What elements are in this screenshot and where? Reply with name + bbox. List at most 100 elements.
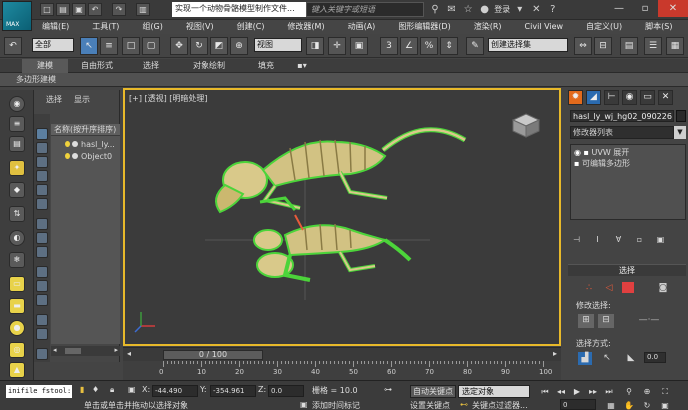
go-to-end-icon[interactable]: ⏭	[602, 385, 616, 398]
key-icon[interactable]: ⊶	[384, 385, 392, 394]
login-link[interactable]: 登录	[494, 5, 510, 14]
grow-selection-icon[interactable]: ⊞	[578, 314, 594, 328]
maxscript-listener-field[interactable]: inifile fstool:	[6, 385, 72, 398]
ribbon-subtitle[interactable]: 多边形建模	[16, 74, 56, 85]
edge-icon[interactable]: ◁	[602, 282, 616, 294]
sort-icon[interactable]: ⇅	[9, 206, 25, 222]
freeze-icon[interactable]: ❄	[9, 252, 25, 268]
spinner-snap-icon[interactable]: ⇕	[440, 37, 458, 55]
menu-item[interactable]: 动画(A)	[348, 20, 376, 34]
motion-tab-icon[interactable]: ◉	[622, 90, 637, 105]
previous-frame-icon[interactable]: ◂◂	[554, 385, 568, 398]
time-config-icon[interactable]: ▦	[604, 399, 618, 410]
minimize-button[interactable]: —	[606, 0, 632, 17]
zoom-extents-icon[interactable]: ⛶	[658, 385, 672, 398]
filter-lock-icon[interactable]	[36, 314, 48, 326]
curve-editor-icon[interactable]: ☰	[644, 37, 662, 55]
explorer-tab-display[interactable]: 显示	[74, 94, 90, 105]
menu-item[interactable]: 自定义(U)	[586, 20, 622, 34]
filter-groups-icon[interactable]	[36, 218, 48, 230]
y-coordinate-field[interactable]: -354.961	[210, 385, 256, 397]
orbit-icon[interactable]: ↻	[640, 399, 654, 410]
undo-icon[interactable]: ↶	[88, 3, 102, 16]
align-icon[interactable]: ⊟	[594, 37, 612, 55]
filter-sync-icon[interactable]	[36, 328, 48, 340]
scene-explorer-icon[interactable]: ◉	[9, 96, 25, 112]
pan-icon[interactable]: ✋	[622, 399, 636, 410]
sphere-icon[interactable]: ●	[9, 320, 25, 336]
redo-icon[interactable]: ↷	[112, 3, 126, 16]
configure-sets-icon[interactable]: ▣	[654, 234, 667, 246]
stack-item[interactable]: ▪ 可编辑多边形	[571, 158, 685, 169]
list-item[interactable]: Object0	[51, 151, 120, 162]
ring-loop-icon[interactable]: —·—	[634, 314, 664, 326]
pin-stack-icon[interactable]: ⊣	[570, 234, 583, 246]
perspective-viewport[interactable]: [+] [透视] [明暗处理]	[123, 88, 561, 346]
timeline-next-icon[interactable]: ▸	[553, 349, 557, 358]
add-time-tag-button[interactable]: 添加时间标记	[312, 400, 360, 410]
menu-item[interactable]: 组(G)	[142, 20, 162, 34]
modify-tab-icon[interactable]: ◢	[586, 90, 601, 105]
time-slider[interactable]: 0 / 100	[163, 350, 263, 360]
filter-lights-icon[interactable]	[36, 156, 48, 168]
explorer-scrollbar[interactable]: ◂ ▸	[51, 346, 120, 356]
lock-selection-icon[interactable]: 🔒︎	[110, 385, 114, 395]
current-frame-field[interactable]: 0	[560, 399, 596, 410]
menu-item[interactable]: 脚本(S)	[645, 20, 672, 34]
menu-item[interactable]: 渲染(R)	[474, 20, 502, 34]
binoculars-icon[interactable]: ⚲	[428, 3, 442, 17]
light-icon[interactable]: ✦	[9, 160, 25, 176]
key-mode-select[interactable]: 选定对象	[458, 385, 530, 398]
menu-item[interactable]: Civil View	[525, 20, 564, 34]
shrink-selection-icon[interactable]: ⊟	[598, 314, 614, 328]
light-bulb-icon[interactable]	[65, 153, 70, 159]
show-end-result-icon[interactable]: I	[591, 234, 604, 246]
filter-invert-icon[interactable]	[36, 294, 48, 306]
torus-icon[interactable]: ◎	[9, 342, 25, 358]
filter-none-icon[interactable]	[36, 280, 48, 292]
maximize-viewport-icon[interactable]: ▣	[658, 399, 672, 410]
zoom-icon[interactable]: ⚲	[622, 385, 636, 398]
open-file-icon[interactable]: ▤	[56, 3, 70, 16]
zoom-all-icon[interactable]: ⊕	[640, 385, 654, 398]
select-by-name-icon[interactable]: ≡	[100, 37, 118, 55]
angle-snap-icon[interactable]: ∠	[400, 37, 418, 55]
rotate-icon[interactable]: ↻	[190, 37, 208, 55]
tab-object-paint[interactable]: 对象绘制	[182, 59, 236, 73]
place-icon[interactable]: ⊕	[230, 37, 248, 55]
percent-snap-icon[interactable]: %	[420, 37, 438, 55]
filter-options-icon[interactable]	[36, 348, 48, 360]
angle-spinner[interactable]: 0.0	[644, 352, 666, 363]
snaps-toggle-icon[interactable]: 3	[380, 37, 398, 55]
box-icon[interactable]: ▭	[9, 276, 25, 292]
select-by-vertex-icon[interactable]: ▟	[578, 352, 592, 365]
tab-populate[interactable]: 填充	[246, 59, 286, 73]
ribbon-options-icon[interactable]: ▪▾	[292, 59, 312, 73]
by-angle-icon[interactable]: ◣	[624, 352, 638, 364]
tab-selection[interactable]: 选择	[128, 59, 174, 73]
filter-cameras-icon[interactable]	[36, 170, 48, 182]
remove-modifier-icon[interactable]: ▫	[633, 234, 646, 246]
exchange-icon[interactable]: ✕	[529, 3, 543, 17]
x-coordinate-field[interactable]: -44.490	[152, 385, 198, 397]
timeline-ruler[interactable]: 0 10 20 30 40 50 60 70 80 90 100	[123, 361, 561, 380]
next-frame-icon[interactable]: ▸▸	[586, 385, 600, 398]
community-icon[interactable]: ✉	[445, 3, 459, 17]
selection-filter-select[interactable]: 全部	[32, 38, 74, 52]
menu-item[interactable]: 修改器(M)	[287, 20, 324, 34]
key-filters-icon[interactable]: ⊷	[460, 400, 468, 409]
app-logo[interactable]: MAX	[2, 1, 32, 31]
rectangular-selection-icon[interactable]: □	[122, 37, 140, 55]
move-icon[interactable]: ✥	[170, 37, 188, 55]
layer-icon[interactable]: ≡	[9, 116, 25, 132]
object-color-swatch[interactable]	[676, 110, 686, 122]
z-coordinate-field[interactable]: 0.0	[268, 385, 304, 397]
cone-icon[interactable]: ▲	[9, 362, 25, 378]
menu-item[interactable]: 视图(V)	[186, 20, 214, 34]
keyboard-shortcut-icon[interactable]: ▣	[350, 37, 368, 55]
add-time-tag-icon[interactable]: ▣	[300, 400, 308, 409]
filter-spacewarps-icon[interactable]	[36, 198, 48, 210]
go-to-start-icon[interactable]: ⏮	[538, 385, 552, 398]
menu-item[interactable]: 编辑(E)	[42, 20, 69, 34]
named-selection-set-select[interactable]: 创建选择集	[488, 38, 568, 52]
